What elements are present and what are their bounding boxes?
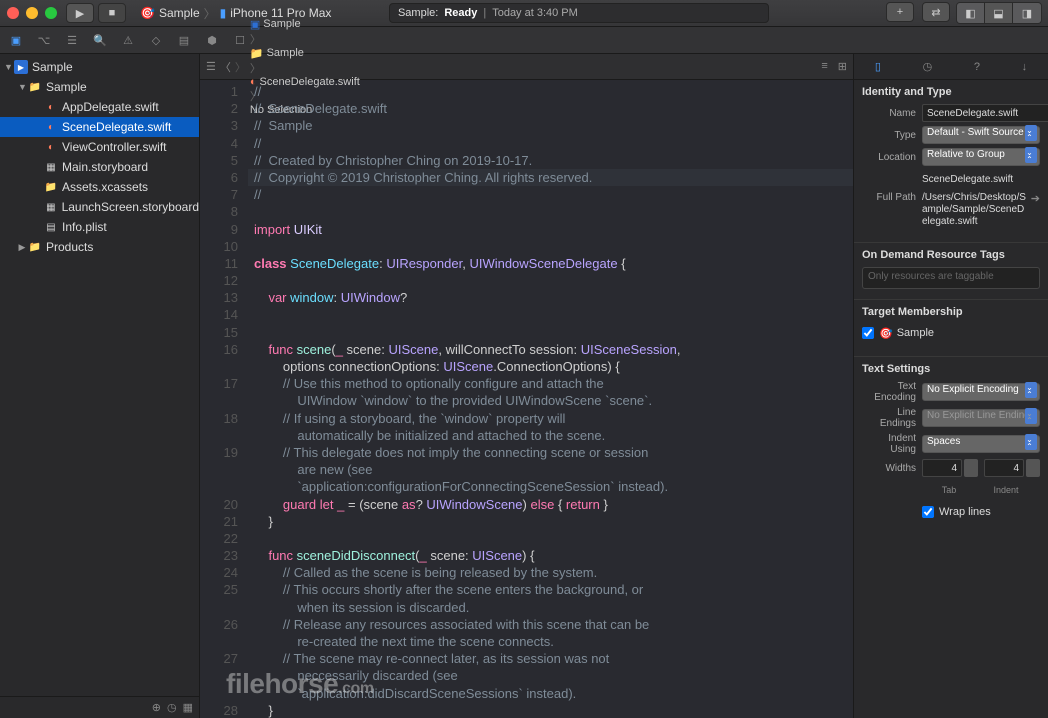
- file-type-select[interactable]: Default - Swift Source: [922, 126, 1040, 144]
- editor-area: ☰ 〈 〉 ▣ Sample〉📁 Sample〉◐ SceneDelegate.…: [200, 54, 853, 718]
- products-folder[interactable]: ▶📁Products: [0, 237, 199, 257]
- project-navigator: ▼▶Sample▼📁Sample◐AppDelegate.swift◐Scene…: [0, 54, 200, 718]
- navigator-footer: ⊕ ◷ ▦: [0, 696, 199, 718]
- scm-filter-icon[interactable]: ▦: [183, 701, 193, 714]
- add-button[interactable]: +: [886, 2, 914, 22]
- run-button[interactable]: ▶: [66, 3, 94, 23]
- group-folder[interactable]: ▼📁Sample: [0, 77, 199, 97]
- window-controls: [0, 7, 64, 19]
- minimize-window-icon[interactable]: [26, 7, 38, 19]
- encoding-select[interactable]: No Explicit Encoding: [922, 383, 1040, 401]
- file-name-input[interactable]: [922, 104, 1048, 122]
- panel-toggles: ◧ ⬓ ◨: [956, 2, 1042, 24]
- indent-width-input[interactable]: [984, 459, 1024, 477]
- jump-bar[interactable]: ☰ 〈 〉 ▣ Sample〉📁 Sample〉◐ SceneDelegate.…: [200, 54, 853, 80]
- editor-options-icon[interactable]: ≡: [821, 60, 827, 73]
- attributes-inspector-icon[interactable]: ↓: [1022, 61, 1028, 73]
- odr-tags-input: Only resources are taggable: [862, 267, 1040, 289]
- wrap-lines-checkbox[interactable]: [922, 506, 934, 518]
- recent-filter-icon[interactable]: ◷: [167, 701, 177, 714]
- jumpbar-seg[interactable]: ▣ Sample: [250, 18, 360, 31]
- toggle-debug-button[interactable]: ⬓: [985, 3, 1013, 23]
- jumpbar-seg[interactable]: 📁 Sample: [250, 47, 360, 60]
- project-root[interactable]: ▼▶Sample: [0, 57, 199, 77]
- report-navigator-icon[interactable]: ☐: [232, 32, 248, 48]
- navigator-tabbar: ▣ ⌥ ☰ 🔍 ⚠ ◇ ▤ ⬢ ☐: [0, 27, 1048, 54]
- debug-navigator-icon[interactable]: ▤: [176, 32, 192, 48]
- reveal-icon[interactable]: ➔: [1031, 192, 1040, 205]
- odr-section-title: On Demand Resource Tags: [862, 249, 1040, 261]
- issue-navigator-icon[interactable]: ⚠: [120, 32, 136, 48]
- toggle-navigator-button[interactable]: ◧: [957, 3, 985, 23]
- quickhelp-inspector-icon[interactable]: ?: [974, 61, 980, 73]
- target-checkbox[interactable]: [862, 327, 874, 339]
- project-navigator-icon[interactable]: ▣: [8, 32, 24, 48]
- source-editor[interactable]: 1234567891011121314151617181920212223242…: [200, 80, 853, 718]
- tab-stepper[interactable]: [964, 459, 978, 477]
- stop-button[interactable]: ■: [98, 3, 126, 23]
- status-time: Today at 3:40 PM: [492, 7, 578, 19]
- identity-section-title: Identity and Type: [862, 86, 1040, 98]
- line-gutter[interactable]: 1234567891011121314151617181920212223242…: [200, 80, 248, 718]
- watermark: filehorse.com: [226, 668, 374, 700]
- activity-viewer[interactable]: Sample: Ready | Today at 3:40 PM: [389, 3, 769, 23]
- tab-width-input[interactable]: [922, 459, 962, 477]
- code-review-button[interactable]: ⇄: [922, 2, 950, 22]
- file-item[interactable]: ▦Main.storyboard: [0, 157, 199, 177]
- test-navigator-icon[interactable]: ◇: [148, 32, 164, 48]
- source-control-icon[interactable]: ⌥: [36, 32, 52, 48]
- add-editor-icon[interactable]: ⊞: [838, 60, 847, 73]
- toggle-inspector-button[interactable]: ◨: [1013, 3, 1041, 23]
- zoom-window-icon[interactable]: [45, 7, 57, 19]
- symbol-navigator-icon[interactable]: ☰: [64, 32, 80, 48]
- breakpoint-navigator-icon[interactable]: ⬢: [204, 32, 220, 48]
- location-select[interactable]: Relative to Group: [922, 148, 1040, 166]
- file-inspector-icon[interactable]: ▯: [875, 60, 881, 73]
- text-settings-title: Text Settings: [862, 363, 1040, 375]
- target-section-title: Target Membership: [862, 306, 1040, 318]
- wrap-lines-label: Wrap lines: [939, 506, 991, 518]
- history-inspector-icon[interactable]: ◷: [923, 60, 933, 73]
- main-toolbar: ▶ ■ 🎯 Sample 〉 ▮ iPhone 11 Pro Max Sampl…: [0, 0, 1048, 27]
- filter-icon[interactable]: ⊕: [152, 701, 161, 714]
- file-item[interactable]: ▤Info.plist: [0, 217, 199, 237]
- line-endings-select[interactable]: No Explicit Line Endings: [922, 409, 1040, 427]
- inspector-panel: ▯ ◷ ? ↓ Identity and Type Name TypeDefau…: [853, 54, 1048, 718]
- forward-icon[interactable]: 〉: [235, 59, 246, 75]
- status-prefix: Sample:: [398, 7, 438, 19]
- back-icon[interactable]: 〈: [220, 59, 231, 75]
- file-item[interactable]: ▦LaunchScreen.storyboard: [0, 197, 199, 217]
- file-item[interactable]: 📁Assets.xcassets: [0, 177, 199, 197]
- target-icon: 🎯: [140, 6, 155, 20]
- target-icon: 🎯: [879, 327, 893, 340]
- file-item[interactable]: ◐ViewController.swift: [0, 137, 199, 157]
- file-item[interactable]: ◐SceneDelegate.swift: [0, 117, 199, 137]
- close-window-icon[interactable]: [7, 7, 19, 19]
- related-items-icon[interactable]: ☰: [206, 60, 216, 73]
- scheme-target: Sample: [159, 6, 200, 20]
- file-item[interactable]: ◐AppDelegate.swift: [0, 97, 199, 117]
- inspector-tabs: ▯ ◷ ? ↓: [854, 54, 1048, 80]
- status-state: Ready: [444, 7, 477, 19]
- location-file: SceneDelegate.swift: [922, 174, 1040, 185]
- device-icon: ▮: [220, 6, 227, 20]
- indent-stepper[interactable]: [1026, 459, 1040, 477]
- full-path-value: /Users/Chris/Desktop/Sample/Sample/Scene…: [922, 192, 1027, 228]
- indent-select[interactable]: Spaces: [922, 435, 1040, 453]
- target-name: Sample: [897, 327, 934, 339]
- find-navigator-icon[interactable]: 🔍: [92, 32, 108, 48]
